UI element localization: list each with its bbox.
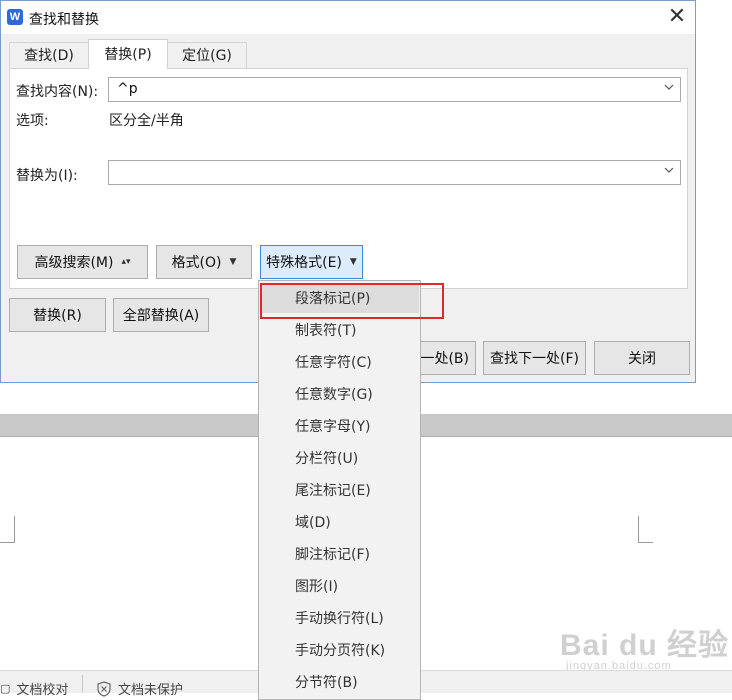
status-separator — [82, 675, 83, 693]
dialog-title: 查找和替换 — [29, 12, 99, 28]
special-format-menu: 段落标记(P) 制表符(T) 任意字符(C) 任意数字(G) 任意字母(Y) 分… — [258, 280, 421, 700]
special-format-button[interactable]: 特殊格式(E) ▼ — [260, 245, 363, 279]
format-label: 格式(O) — [171, 255, 222, 271]
close-icon[interactable]: ✕ — [661, 3, 693, 31]
caret-down-icon: ▼ — [229, 257, 237, 267]
options-value: 区分全/半角 — [109, 113, 184, 129]
tab-find[interactable]: 查找(D) — [9, 42, 89, 68]
menu-item-any-digit[interactable]: 任意数字(G) — [260, 381, 419, 409]
caret-down-icon: ▼ — [349, 257, 357, 267]
menu-item-graphic[interactable]: 图形(I) — [260, 573, 419, 601]
find-input-value: ^p — [117, 81, 138, 97]
special-format-label: 特殊格式(E) — [266, 255, 342, 271]
find-input[interactable]: ^p — [108, 77, 681, 102]
watermark-main: Bai du 经验 — [560, 629, 730, 662]
menu-item-manual-line-break[interactable]: 手动换行符(L) — [260, 605, 419, 633]
page-corner-mark-right — [638, 516, 653, 543]
format-button[interactable]: 格式(O) ▼ — [156, 245, 252, 279]
tab-goto[interactable]: 定位(G) — [167, 42, 247, 68]
page-corner-mark-left — [0, 516, 15, 543]
proofread-icon: ▢ — [0, 682, 11, 695]
replace-all-button[interactable]: 全部替换(A) — [113, 298, 209, 332]
replace-label: 替换为(I): — [16, 168, 78, 184]
menu-item-any-letter[interactable]: 任意字母(Y) — [260, 413, 419, 441]
menu-item-endnote-mark[interactable]: 尾注标记(E) — [260, 477, 419, 505]
status-proofread[interactable]: ▢ 文档校对 — [0, 679, 68, 698]
replace-button[interactable]: 替换(R) — [9, 298, 106, 332]
options-label: 选项: — [16, 113, 49, 129]
baidu-watermark: Bai du 经验 jingyan.baidu.com — [560, 620, 729, 672]
menu-item-manual-page-break[interactable]: 手动分页符(K) — [260, 637, 419, 665]
menu-item-section-break[interactable]: 分节符(B) — [260, 669, 419, 697]
status-protect-label: 文档未保护 — [118, 683, 184, 698]
menu-item-any-char[interactable]: 任意字符(C) — [260, 349, 419, 377]
menu-item-field[interactable]: 域(D) — [260, 509, 419, 537]
chevron-down-icon[interactable] — [664, 82, 674, 92]
advanced-search-button[interactable]: 高级搜索(M) ▴▾ — [17, 245, 148, 279]
find-next-button[interactable]: 查找下一处(F) — [483, 341, 586, 375]
status-protect[interactable]: 文档未保护 — [96, 679, 183, 698]
find-label: 查找内容(N): — [16, 84, 99, 100]
menu-item-tab[interactable]: 制表符(T) — [260, 317, 419, 345]
status-proofread-label: 文档校对 — [16, 683, 69, 698]
menu-item-footnote-mark[interactable]: 脚注标记(F) — [260, 541, 419, 569]
highlight-annotation-box — [260, 283, 444, 319]
dialog-titlebar: W 查找和替换 ✕ — [1, 1, 695, 34]
replace-input[interactable] — [108, 160, 681, 185]
wps-writer-icon: W — [7, 9, 23, 25]
chevron-down-icon[interactable] — [664, 165, 674, 175]
replace-panel: 查找内容(N): ^p 选项: 区分全/半角 替换为(I): 高级搜索(M) ▴… — [9, 68, 688, 289]
tab-replace[interactable]: 替换(P) — [88, 39, 168, 69]
advanced-search-label: 高级搜索(M) — [34, 255, 114, 271]
shield-icon — [97, 680, 111, 697]
close-button[interactable]: 关闭 — [594, 341, 690, 375]
double-caret-icon: ▴▾ — [121, 257, 131, 267]
menu-item-column-break[interactable]: 分栏符(U) — [260, 445, 419, 473]
